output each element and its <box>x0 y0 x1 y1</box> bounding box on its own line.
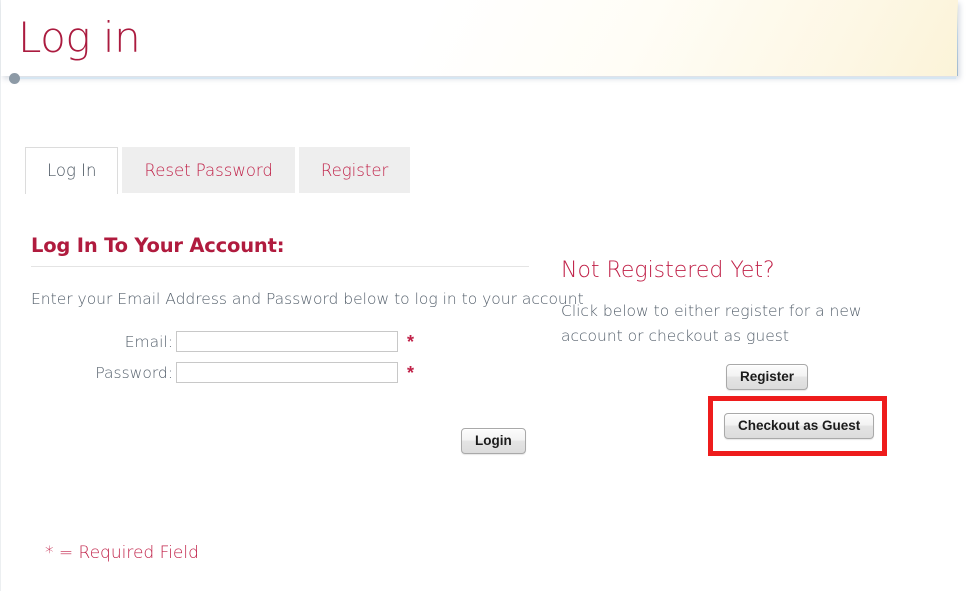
login-panel-heading: Log In To Your Account: <box>31 234 285 257</box>
login-panel-heading-rule <box>31 266 529 267</box>
email-input[interactable] <box>176 331 398 352</box>
register-panel: Not Registered Yet? Click below to eithe… <box>561 258 951 349</box>
login-button[interactable]: Login <box>461 428 526 454</box>
register-button[interactable]: Register <box>726 364 809 390</box>
page-title: Log in <box>18 13 141 62</box>
email-row: Email: * <box>31 331 531 362</box>
password-label: Password: <box>95 364 173 382</box>
checkout-as-guest-button-wrapper: Checkout as Guest <box>724 413 875 439</box>
header-divider-rule <box>19 77 956 79</box>
page-root: Log in Log In Reset Password Register Lo… <box>0 0 969 591</box>
login-button-wrapper: Login <box>461 428 526 454</box>
email-label: Email: <box>124 333 173 351</box>
checkout-as-guest-button[interactable]: Checkout as Guest <box>724 413 875 439</box>
login-form: Email: * Password: * <box>31 331 531 393</box>
tab-log-in[interactable]: Log In <box>25 147 119 194</box>
email-required-marker: * <box>407 332 415 352</box>
header-banner: Log in <box>1 0 958 76</box>
password-required-marker: * <box>407 363 415 383</box>
register-panel-heading: Not Registered Yet? <box>561 258 775 283</box>
password-row: Password: * <box>31 362 531 393</box>
tab-reset-password-label: Reset Password <box>144 161 273 180</box>
header-divider-dot-icon <box>9 73 20 84</box>
password-input[interactable] <box>176 362 398 383</box>
register-button-wrapper: Register <box>726 364 809 390</box>
login-panel-intro-text: Enter your Email Address and Password be… <box>31 290 584 308</box>
required-field-note: * = Required Field <box>45 543 199 563</box>
tab-reset-password[interactable]: Reset Password <box>122 147 295 193</box>
tab-register[interactable]: Register <box>298 147 411 193</box>
tabstrip: Log In Reset Password Register <box>25 147 411 194</box>
login-panel: Log In To Your Account: Enter your Email… <box>31 234 584 393</box>
register-panel-text: Click below to either register for a new… <box>561 302 862 345</box>
tab-register-label: Register <box>320 161 389 180</box>
tab-log-in-label: Log In <box>47 161 97 180</box>
